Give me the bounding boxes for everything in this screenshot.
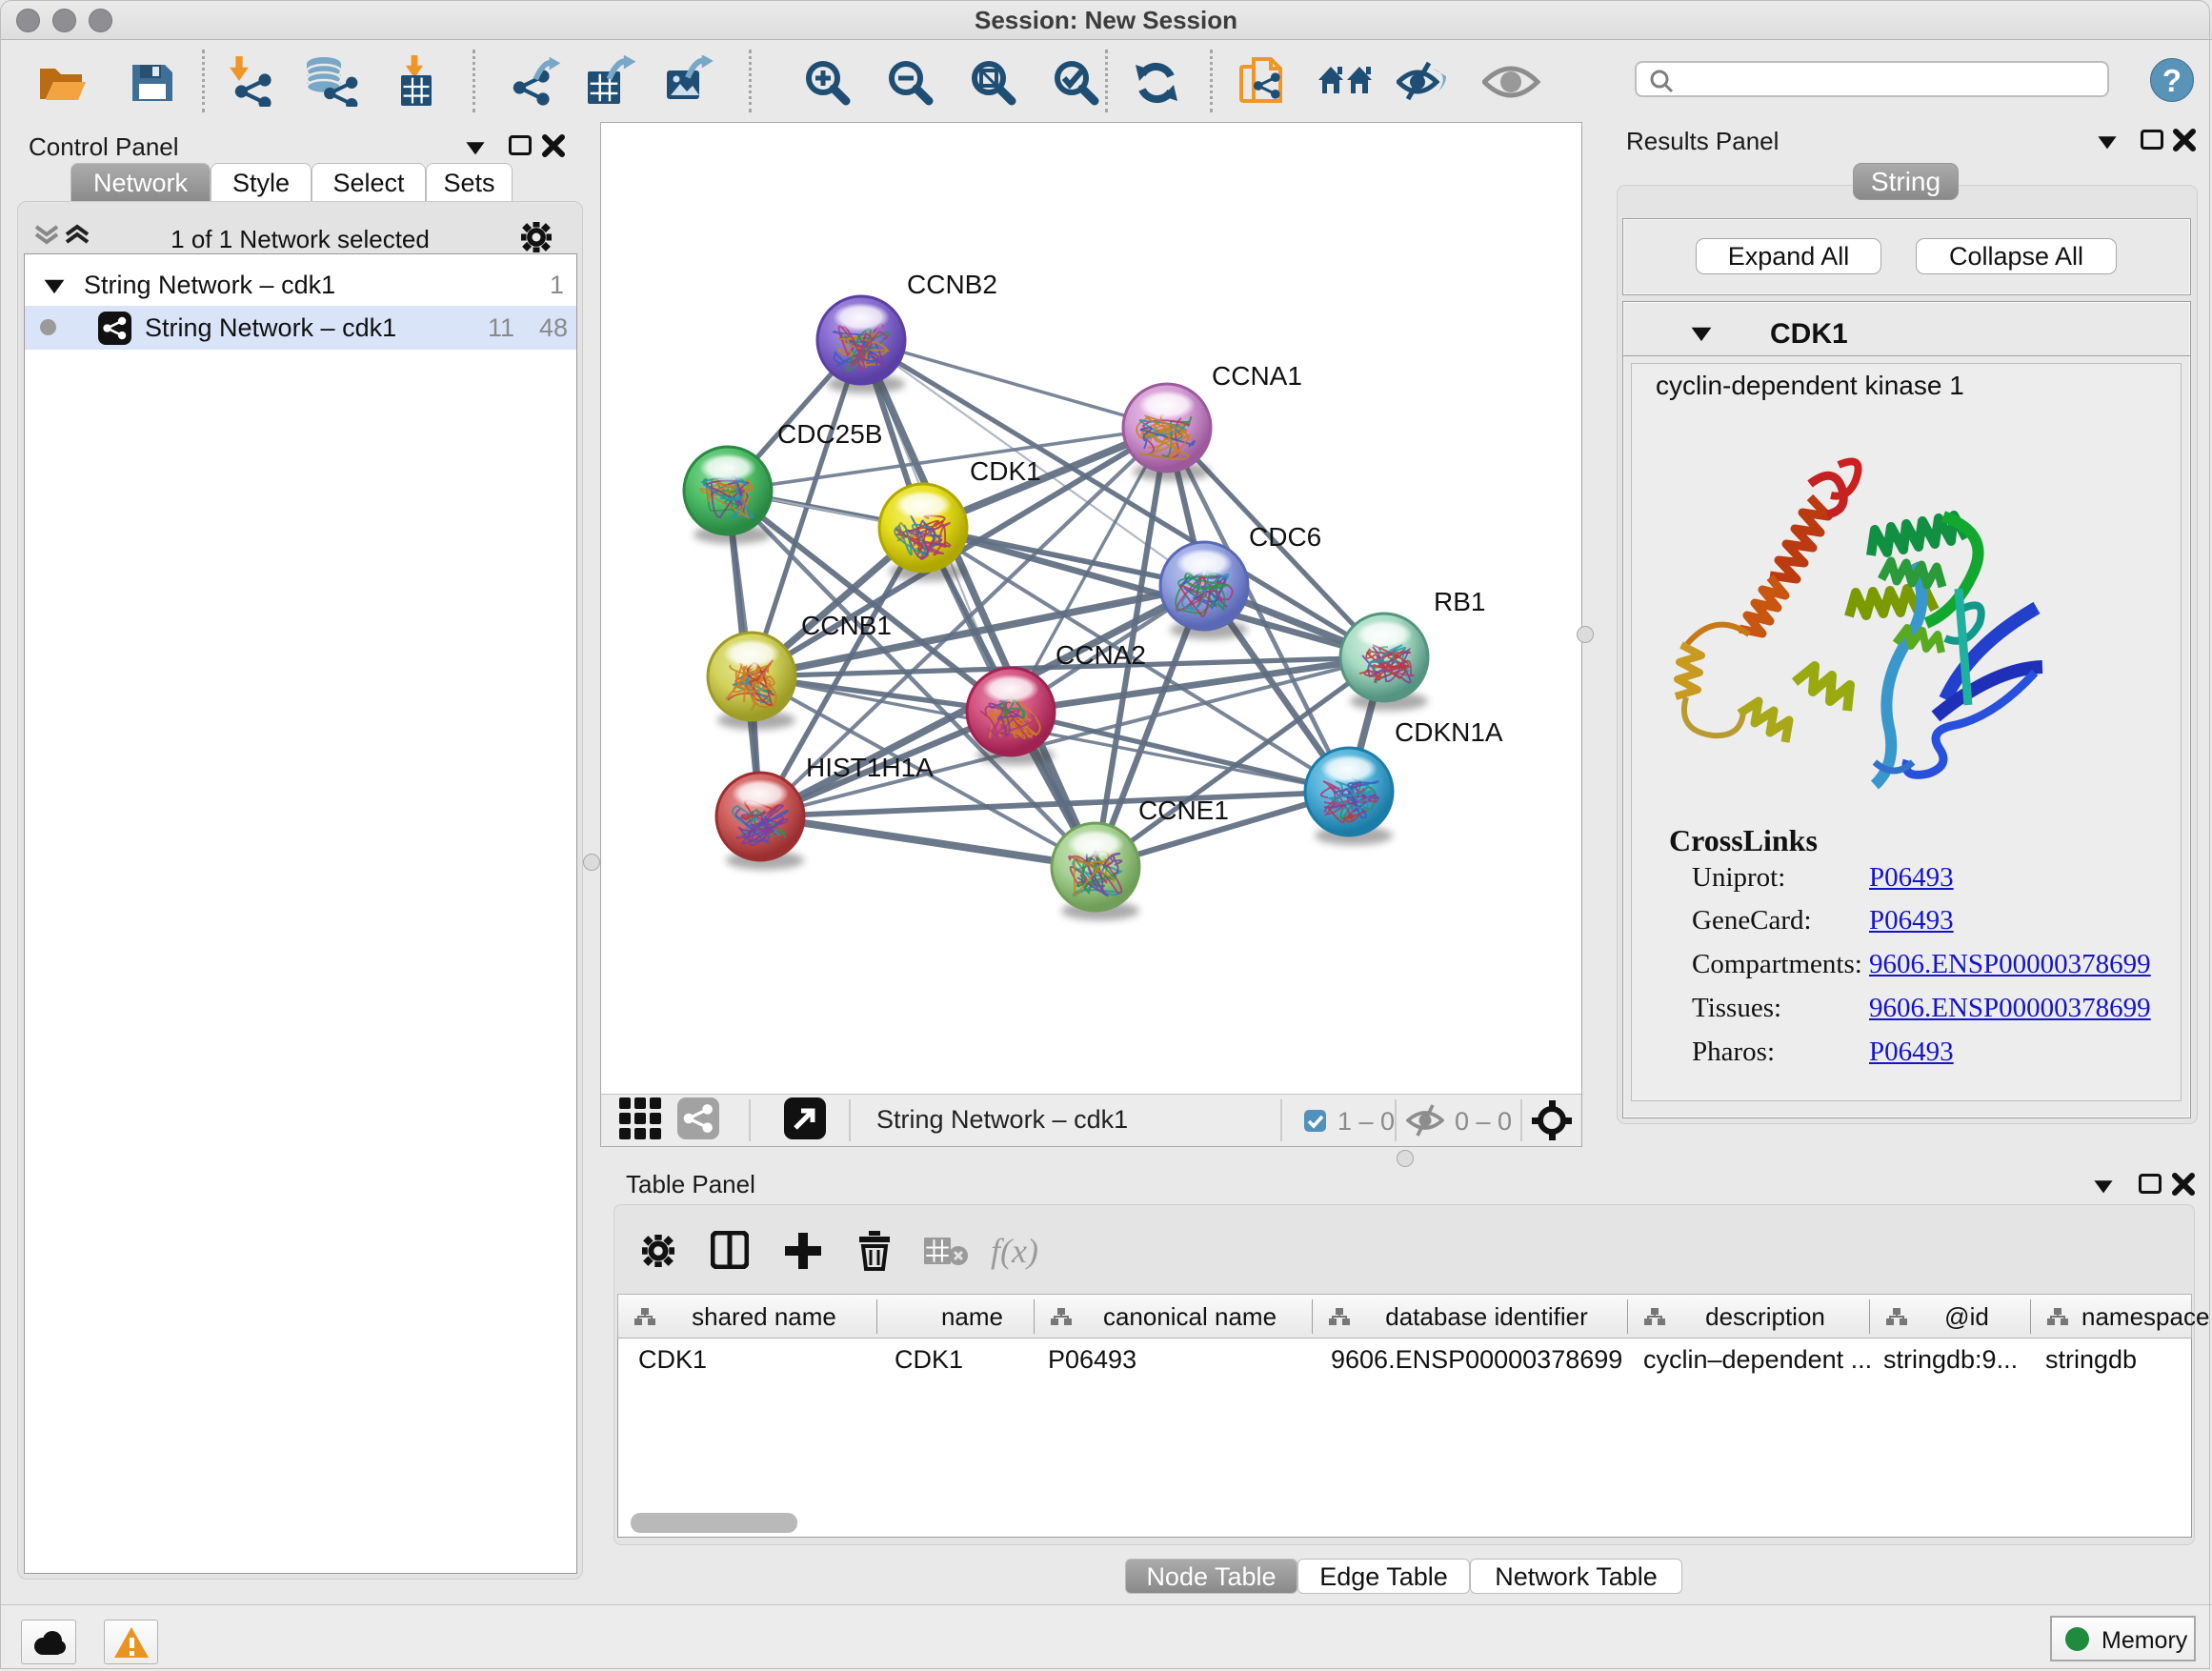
svg-text:CCNB1: CCNB1 [801,611,892,640]
svg-text:CDK1: CDK1 [970,456,1041,486]
svg-text:CCNB2: CCNB2 [907,270,997,299]
svg-text:HIST1H1A: HIST1H1A [806,753,934,782]
svg-text:CDC6: CDC6 [1249,522,1321,552]
svg-text:RB1: RB1 [1434,587,1485,616]
svg-text:CCNA2: CCNA2 [1056,640,1146,670]
svg-text:CDC25B: CDC25B [777,419,882,449]
svg-text:CCNE1: CCNE1 [1138,795,1229,825]
svg-text:CDKN1A: CDKN1A [1395,717,1503,747]
svg-text:CCNA1: CCNA1 [1212,361,1302,391]
